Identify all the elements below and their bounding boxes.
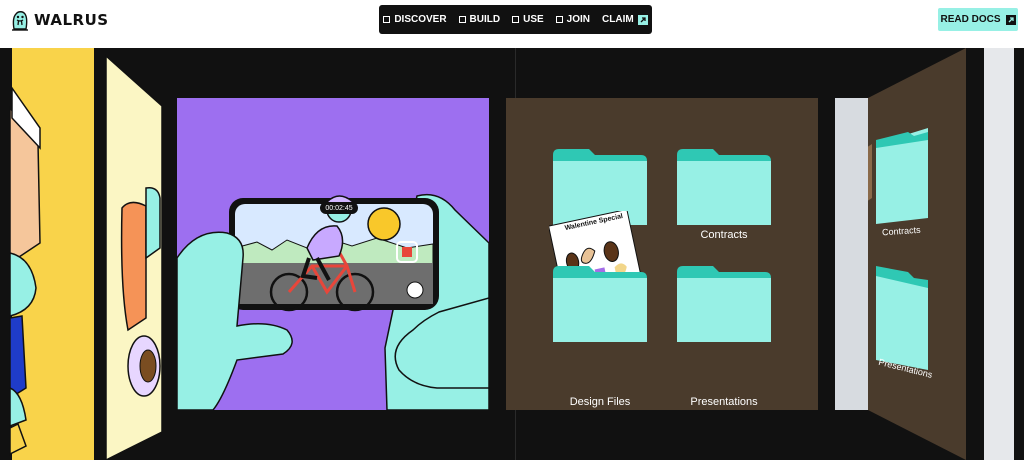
external-arrow-icon [637, 14, 648, 25]
folder-label-contracts: Contracts [700, 229, 748, 241]
nav-item-claim[interactable]: CLAIM [602, 14, 648, 25]
main-nav: DISCOVER BUILD USE JOIN CLAIM [379, 5, 652, 34]
nav-item-label: USE [523, 14, 544, 25]
square-icon [512, 16, 520, 23]
nav-item-label: BUILD [469, 14, 501, 25]
nav-item-use[interactable]: USE [512, 14, 544, 25]
nav-item-label: JOIN [566, 14, 591, 25]
external-arrow-icon [1005, 14, 1016, 25]
left-yellow-panel [0, 48, 94, 460]
read-docs-button[interactable]: READ DOCS [938, 8, 1018, 31]
folder-label-design-files: Design Files [569, 396, 631, 408]
brown-side-panel [868, 48, 966, 460]
walrus-logo-icon [12, 11, 28, 31]
read-docs-label: READ DOCS [940, 14, 1001, 25]
nav-item-discover[interactable]: DISCOVER [383, 14, 447, 25]
video-recording-card [177, 98, 489, 410]
nav-item-label: DISCOVER [394, 14, 447, 25]
nav-item-join[interactable]: JOIN [555, 14, 591, 25]
grey-side-card [835, 98, 871, 410]
recording-timer: 00:02:45 [320, 202, 358, 214]
folder-icon-design-files[interactable] [553, 266, 647, 342]
folder-icon-contracts[interactable] [677, 149, 771, 225]
right-edge-panel [968, 48, 1024, 460]
recording-timer-label: 00:02:45 [325, 204, 353, 212]
brand-name: WALRUS [34, 11, 109, 29]
square-icon [383, 16, 391, 23]
showcase-stage: 00:02:45 Contracts Walentine Special Des… [0, 48, 1024, 460]
folder-icon-presentations[interactable] [677, 266, 771, 342]
nav-item-label: CLAIM [602, 14, 634, 25]
top-header: WALRUS DISCOVER BUILD USE JOIN CLAIM REA… [0, 0, 1024, 48]
square-icon [458, 16, 466, 23]
nav-item-build[interactable]: BUILD [458, 14, 501, 25]
folder-label-presentations: Presentations [690, 396, 758, 408]
folders-card: Contracts Walentine Special Design Files [506, 98, 818, 410]
cream-side-panel [105, 54, 163, 460]
brand-logo[interactable]: WALRUS [10, 8, 109, 32]
square-icon [555, 16, 563, 23]
